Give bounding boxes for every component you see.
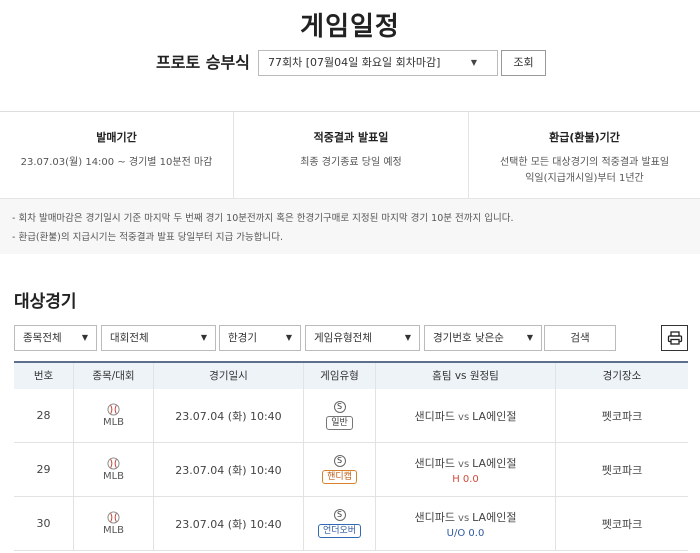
header-datetime: 경기일시 [154, 363, 304, 389]
handicap-value: H 0.0 [452, 473, 479, 485]
result-announce: 적중결과 발표일 최종 경기종료 당일 예정 [234, 112, 468, 199]
round-select[interactable]: 77회차 [07월04일 화요일 회차마감] ▼ [258, 50, 498, 76]
table-row[interactable]: 29 MLB 23.07.04 (화) 10:40 S 핸디캡 샌디파드 vs LA… [14, 443, 688, 497]
home-team: 샌디파드 [414, 510, 456, 524]
section-title: 대상경기 [14, 292, 77, 312]
home-team: 샌디파드 [414, 456, 456, 470]
row-type: S 언더오버 [304, 497, 376, 550]
row-teams: 샌디파드 vs LA에인절 H 0.0 [376, 443, 556, 496]
away-team: LA에인절 [472, 510, 517, 524]
row-teams: 샌디파드 vs LA에인절 [376, 389, 556, 442]
row-no: 30 [14, 497, 74, 550]
vs-label: vs [458, 411, 470, 423]
table-row[interactable]: 28 MLB 23.07.04 (화) 10:40 S 일반 샌디파드 vs LA에… [14, 389, 688, 443]
type-badge: 언더오버 [317, 524, 362, 538]
vs-label: vs [458, 512, 470, 524]
chevron-down-icon: ▼ [404, 333, 411, 342]
baseball-icon [107, 457, 120, 470]
refund-period: 환급(환불)기간 선택한 모든 대상경기의 적중결과 발표일 익일(지급개시일)… [469, 112, 700, 199]
chevron-down-icon: ▼ [285, 333, 292, 342]
type-badge: 일반 [326, 416, 353, 430]
note-item: - 환급(환불)의 지급시기는 적중결과 발표 당일부터 지급 가능합니다. [12, 232, 283, 243]
note-item: - 회차 발매마감은 경기일시 기준 마지막 두 번째 경기 10분전까지 혹은… [12, 213, 514, 224]
refund-period-heading: 환급(환불)기간 [549, 131, 620, 144]
s-mark: S [333, 455, 346, 467]
under-over-value: U/O 0.0 [446, 527, 485, 539]
home-team: 샌디파드 [414, 409, 456, 423]
row-venue: 펫코파크 [601, 517, 643, 531]
s-mark: S [333, 401, 346, 413]
game-count-filter-value: 한경기 [228, 332, 257, 344]
row-no: 28 [14, 389, 74, 442]
round-select-value: 77회차 [07월04일 화요일 회차마감] [268, 56, 441, 69]
header-sport: 종목/대회 [74, 363, 154, 389]
sort-filter[interactable]: 경기번호 낮은순 ▼ [424, 325, 542, 351]
row-league: MLB [102, 471, 125, 482]
row-type: S 일반 [304, 389, 376, 442]
header-teams: 홈팀 vs 원정팀 [376, 363, 556, 389]
chevron-down-icon: ▼ [526, 333, 533, 342]
game-count-filter[interactable]: 한경기 ▼ [219, 325, 301, 351]
notes: - 회차 발매마감은 경기일시 기준 마지막 두 번째 경기 10분전까지 혹은… [12, 209, 513, 247]
row-type: S 핸디캡 [304, 443, 376, 496]
sort-filter-value: 경기번호 낮은순 [433, 332, 504, 344]
row-datetime: 23.07.04 (화) 10:40 [154, 443, 304, 496]
sale-period-heading: 발매기간 [96, 131, 137, 144]
search-button[interactable]: 검색 [544, 325, 616, 351]
row-league: MLB [102, 417, 125, 428]
table-row[interactable]: 30 MLB 23.07.04 (화) 10:40 S 언더오버 샌디파드 vs L… [14, 497, 688, 551]
refund-line-1: 선택한 모든 대상경기의 적중결과 발표일 [499, 157, 670, 168]
info-columns: 발매기간 23.07.03(월) 14:00 ~ 경기별 10분전 마감 적중결… [0, 112, 700, 199]
header-no: 번호 [14, 363, 74, 389]
vs-label: vs [458, 458, 470, 470]
league-filter-value: 대회전체 [110, 332, 149, 344]
league-filter[interactable]: 대회전체 ▼ [101, 325, 216, 351]
row-venue: 펫코파크 [601, 409, 643, 423]
refund-period-value: 선택한 모든 대상경기의 적중결과 발표일 익일(지급개시일)부터 1년간 [469, 155, 700, 187]
sport-filter-value: 종목전체 [23, 332, 62, 344]
sale-period-value: 23.07.03(월) 14:00 ~ 경기별 10분전 마감 [20, 157, 213, 168]
round-label: 프로토 승부식 [156, 53, 250, 72]
result-announce-heading: 적중결과 발표일 [313, 131, 389, 144]
chevron-down-icon: ▼ [470, 58, 477, 67]
table-header: 번호 종목/대회 경기일시 게임유형 홈팀 vs 원정팀 경기장소 [14, 361, 688, 389]
printer-icon [667, 331, 682, 345]
chevron-down-icon: ▼ [200, 333, 207, 342]
row-venue: 펫코파크 [601, 463, 643, 477]
away-team: LA에인절 [472, 456, 517, 470]
row-no: 29 [14, 443, 74, 496]
baseball-icon [107, 511, 120, 524]
away-team: LA에인절 [472, 409, 517, 423]
game-type-filter[interactable]: 게임유형전체 ▼ [305, 325, 420, 351]
round-search-button[interactable]: 조회 [501, 50, 546, 76]
row-sport: MLB [74, 443, 154, 496]
row-sport: MLB [74, 497, 154, 550]
row-datetime: 23.07.04 (화) 10:40 [154, 389, 304, 442]
sport-filter[interactable]: 종목전체 ▼ [14, 325, 97, 351]
row-teams: 샌디파드 vs LA에인절 U/O 0.0 [376, 497, 556, 550]
row-sport: MLB [74, 389, 154, 442]
header-venue: 경기장소 [602, 370, 642, 382]
sale-period: 발매기간 23.07.03(월) 14:00 ~ 경기별 10분전 마감 [0, 112, 233, 199]
games-table: 번호 종목/대회 경기일시 게임유형 홈팀 vs 원정팀 경기장소 28 MLB… [14, 361, 688, 551]
row-league: MLB [102, 525, 125, 536]
type-badge: 핸디캡 [322, 470, 357, 484]
teams-line: 샌디파드 vs LA에인절 [415, 509, 517, 525]
round-selector-row: 프로토 승부식 77회차 [07월04일 화요일 회차마감] ▼ 조회 [0, 50, 700, 76]
result-announce-value: 최종 경기종료 당일 예정 [300, 157, 402, 168]
info-panel: 발매기간 23.07.03(월) 14:00 ~ 경기별 10분전 마감 적중결… [0, 111, 700, 254]
teams-line: 샌디파드 vs LA에인절 [415, 408, 517, 424]
teams-line: 샌디파드 vs LA에인절 [415, 455, 517, 471]
page-title: 게임일정 [300, 12, 400, 42]
header-type: 게임유형 [304, 363, 376, 389]
game-type-filter-value: 게임유형전체 [314, 332, 372, 344]
s-mark: S [333, 509, 346, 521]
chevron-down-icon: ▼ [81, 333, 88, 342]
refund-line-2: 익일(지급개시일)부터 1년간 [525, 173, 644, 184]
print-button[interactable] [661, 325, 688, 351]
baseball-icon [107, 403, 120, 416]
row-datetime: 23.07.04 (화) 10:40 [154, 497, 304, 550]
